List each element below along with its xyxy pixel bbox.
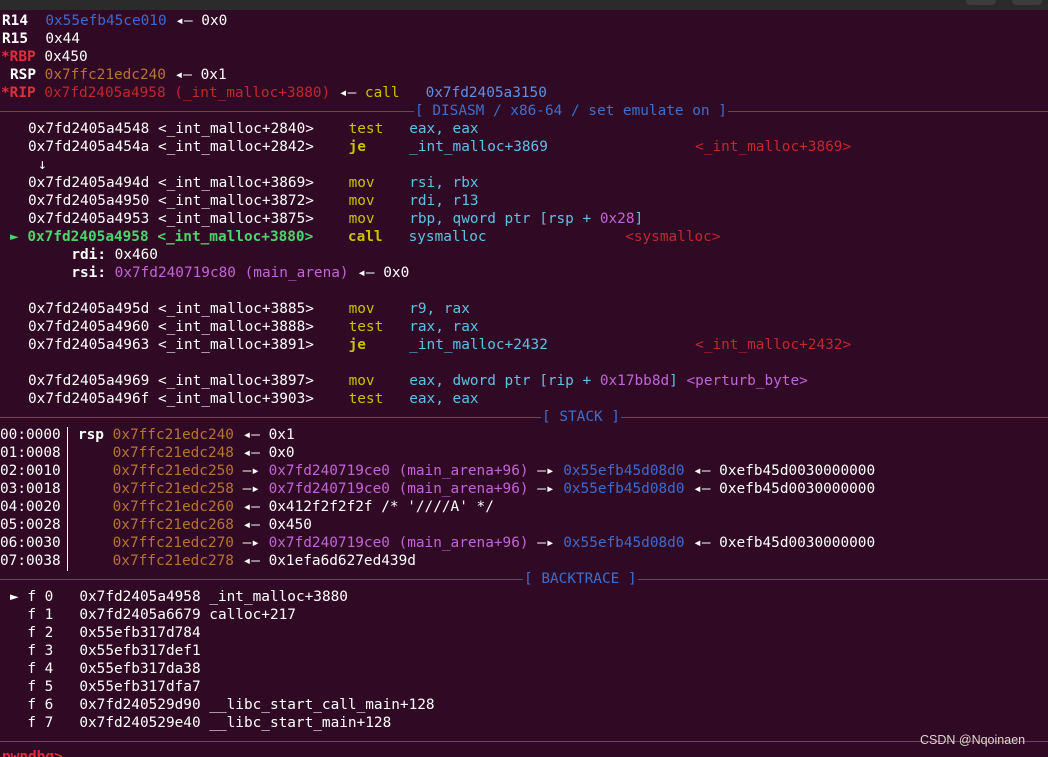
stack-separator: [ STACK ] [0, 408, 1048, 426]
stack-row[interactable]: 06:0030 0x7ffc21edc270 —▸ 0x7fd240719ce0… [0, 534, 875, 552]
window-button[interactable] [1012, 0, 1042, 5]
disasm-line[interactable]: 0x7fd2405a4950 <_int_malloc+3872> mov rd… [2, 192, 479, 210]
stack-row[interactable]: 04:0020 0x7ffc21edc260 ◂— 0x412f2f2f2f /… [0, 498, 494, 516]
watermark: CSDN @Nqoinaen [920, 733, 1026, 747]
call-arg-rsi: rsi: 0x7fd240719c80 (main_arena) ◂— 0x0 [71, 265, 410, 281]
backtrace-frame[interactable]: f 7 0x7fd240529e40 __libc_start_main+128 [10, 714, 391, 732]
disasm-line[interactable]: 0x7fd2405a496f <_int_malloc+3903> test e… [2, 390, 479, 408]
register-rbp: *RBP 0x450 [1, 49, 88, 65]
pwndbg-prompt[interactable]: pwndbg> [2, 748, 63, 757]
window-title-bar [0, 0, 1048, 10]
stack-section-title: [ STACK ] [541, 408, 621, 426]
window-button[interactable] [966, 0, 996, 5]
register-rip: *RIP 0x7fd2405a4958 (_int_malloc+3880) ◂… [1, 85, 547, 101]
backtrace-frame[interactable]: ► f 0 0x7fd2405a4958 _int_malloc+3880 [10, 588, 348, 606]
backtrace-frame[interactable]: f 1 0x7fd2405a6679 calloc+217 [10, 606, 296, 624]
stack-row[interactable]: 00:0000 rsp 0x7ffc21edc240 ◂— 0x1 [0, 426, 295, 444]
jump-arrow-icon: ↓ [38, 157, 47, 173]
backtrace-frame[interactable]: f 3 0x55efb317def1 [10, 642, 200, 660]
stack-row[interactable]: 05:0028 0x7ffc21edc268 ◂— 0x450 [0, 516, 312, 534]
call-arg-rdi: rdi: 0x460 [71, 247, 158, 263]
bottom-separator [0, 732, 1048, 750]
disasm-line[interactable]: 0x7fd2405a495d <_int_malloc+3885> mov r9… [2, 300, 470, 318]
register-rsp: RSP 0x7ffc21edc240 ◂— 0x1 [10, 67, 227, 83]
backtrace-frame[interactable]: f 4 0x55efb317da38 [10, 660, 200, 678]
disasm-line[interactable]: 0x7fd2405a4963 <_int_malloc+3891> je _in… [2, 336, 851, 354]
current-instruction-marker-icon: ► [10, 229, 19, 245]
disasm-section-title: [ DISASM / x86-64 / set emulate on ] [414, 102, 728, 120]
disasm-line[interactable]: 0x7fd2405a4969 <_int_malloc+3897> mov ea… [2, 372, 808, 390]
disasm-line[interactable]: 0x7fd2405a4953 <_int_malloc+3875> mov rb… [2, 210, 643, 228]
disasm-line[interactable]: 0x7fd2405a4960 <_int_malloc+3888> test r… [2, 318, 479, 336]
disasm-line[interactable]: 0x7fd2405a4548 <_int_malloc+2840> test e… [2, 120, 479, 138]
stack-row[interactable]: 03:0018 0x7ffc21edc258 —▸ 0x7fd240719ce0… [0, 480, 875, 498]
disasm-line[interactable]: 0x7fd2405a494d <_int_malloc+3869> mov rs… [2, 174, 479, 192]
register-r15: R15 0x44 [2, 31, 80, 47]
stack-row[interactable]: 02:0010 0x7ffc21edc250 —▸ 0x7fd240719ce0… [0, 462, 875, 480]
backtrace-frame[interactable]: f 5 0x55efb317dfa7 [10, 678, 200, 696]
register-r14: R14 0x55efb45ce010 ◂— 0x0 [2, 13, 228, 29]
backtrace-separator: [ BACKTRACE ] [0, 570, 1048, 588]
current-frame-marker-icon: ► [10, 589, 19, 605]
backtrace-frame[interactable]: f 2 0x55efb317d784 [10, 624, 200, 642]
backtrace-section-title: [ BACKTRACE ] [523, 570, 638, 588]
stack-row[interactable]: 07:0038 0x7ffc21edc278 ◂— 0x1efa6d627ed4… [0, 552, 416, 570]
disasm-current-line[interactable]: ► 0x7fd2405a4958 <_int_malloc+3880> call… [10, 228, 721, 246]
backtrace-frame[interactable]: f 6 0x7fd240529d90 __libc_start_call_mai… [10, 696, 434, 714]
stack-row[interactable]: 01:0008 0x7ffc21edc248 ◂— 0x0 [0, 444, 295, 462]
disasm-separator: [ DISASM / x86-64 / set emulate on ] [0, 102, 1048, 120]
disasm-line[interactable]: 0x7fd2405a454a <_int_malloc+2842> je _in… [2, 138, 851, 156]
